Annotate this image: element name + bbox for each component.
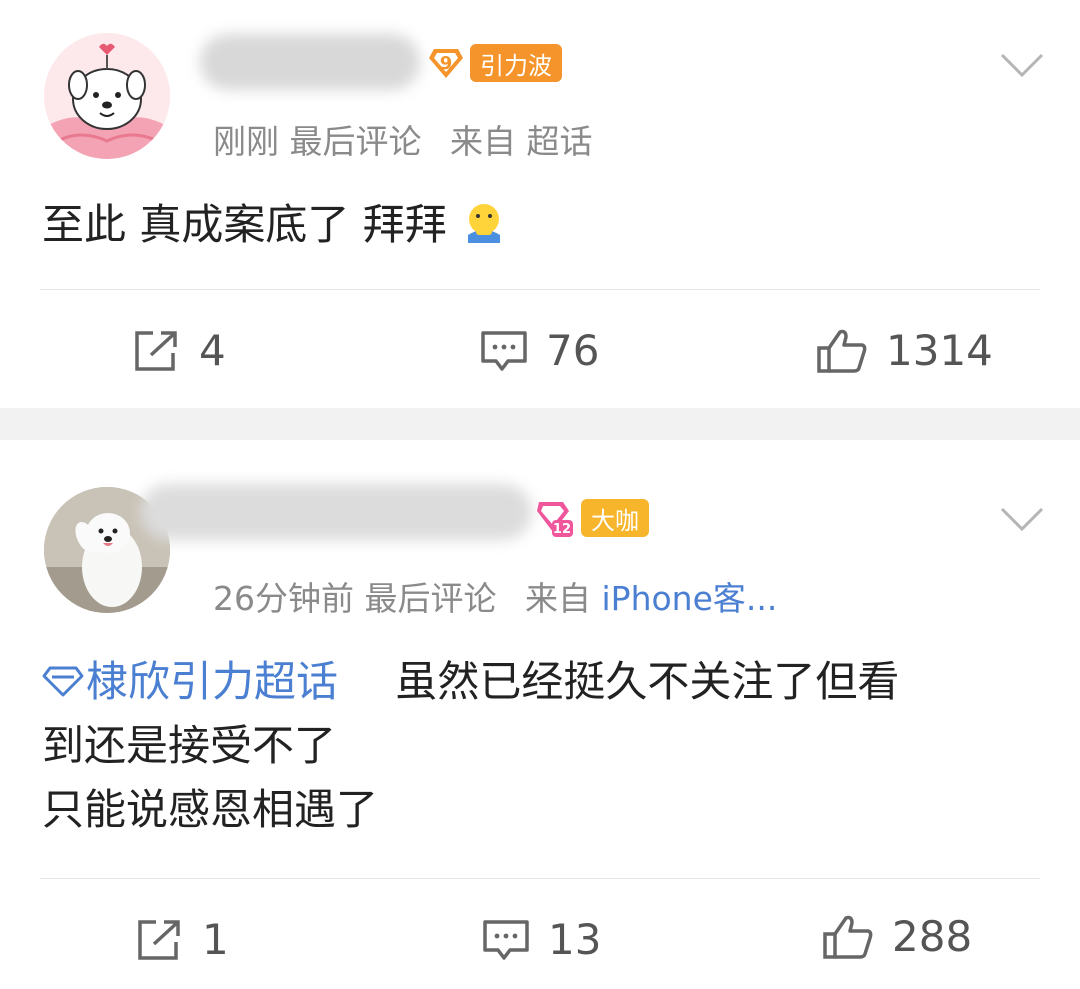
level-badge: 9 <box>428 45 464 81</box>
source-link[interactable]: 超话 <box>527 122 593 161</box>
repost-count: 4 <box>199 326 226 375</box>
source-prefix: 来自 <box>525 579 591 618</box>
comment-icon <box>481 330 527 371</box>
divider-line <box>40 289 1040 290</box>
topic-label: 棣欣引力超话 <box>86 657 339 706</box>
thumbs-up-icon <box>823 915 873 959</box>
content-text: 虽然已经挺久不关注了但看 <box>395 657 900 706</box>
like-count: 1314 <box>886 326 993 375</box>
super-topic-diamond-icon <box>42 666 84 697</box>
repost-icon <box>135 330 177 371</box>
repost-button[interactable]: 1 <box>136 915 229 964</box>
thumbs-up-icon <box>817 329 867 373</box>
content-line: 只能说感恩相遇了 <box>42 785 379 834</box>
chevron-down-icon[interactable] <box>1000 52 1044 78</box>
content-line: 棣欣引力超话 虽然已经挺久不关注了但看 <box>42 650 899 714</box>
chevron-down-icon[interactable] <box>1000 506 1044 532</box>
badge-row: 9 引力波 <box>428 44 562 82</box>
post-content: 至此 真成案底了 拜拜 <box>42 193 504 257</box>
bye-emoji-icon <box>468 204 501 243</box>
topic-link[interactable]: 棣欣引力超话 <box>42 657 338 706</box>
avatar[interactable] <box>44 33 170 159</box>
like-button[interactable]: 288 <box>822 912 972 961</box>
last-comment-label: 最后评论 <box>289 122 422 161</box>
source-link[interactable]: iPhone客... <box>602 579 778 618</box>
vip-tag: 大咖 <box>581 499 649 537</box>
post-text: 至此 真成案底了 拜拜 <box>42 200 447 249</box>
source-prefix: 来自 <box>450 122 516 161</box>
repost-button[interactable]: 4 <box>133 326 226 375</box>
repost-count: 1 <box>202 915 229 964</box>
badge-row: 12 大咖 <box>535 498 649 538</box>
comment-icon <box>483 919 529 960</box>
post-card: 12 大咖 26分钟前 最后评论 来自 iPhone客... 棣欣引力超话 虽然… <box>0 440 1080 989</box>
content-line: 到还是接受不了 <box>42 721 337 770</box>
post-meta: 26分钟前 最后评论 来自 iPhone客... <box>213 572 777 620</box>
repost-icon <box>138 919 180 960</box>
level-number: 12 <box>552 522 571 537</box>
comment-button[interactable]: 76 <box>480 326 599 375</box>
level-number: 9 <box>439 52 453 74</box>
like-button[interactable]: 1314 <box>816 326 993 375</box>
comment-count: 13 <box>548 915 602 964</box>
divider-line <box>40 878 1040 879</box>
username-blurred[interactable] <box>140 484 532 540</box>
post-separator <box>0 408 1080 440</box>
post-meta: 刚刚 最后评论 来自 超话 <box>213 115 593 163</box>
fan-tag: 引力波 <box>470 44 562 82</box>
post-content: 棣欣引力超话 虽然已经挺久不关注了但看 到还是接受不了 只能说感恩相遇了 <box>42 650 899 842</box>
cartoon-dog-avatar <box>44 33 170 159</box>
level-badge: 12 <box>535 498 573 538</box>
last-comment-label: 最后评论 <box>364 579 497 618</box>
post-time: 26分钟前 <box>213 579 354 618</box>
post-time: 刚刚 <box>213 122 279 161</box>
comment-count: 76 <box>546 326 600 375</box>
like-count: 288 <box>892 912 973 961</box>
username-blurred[interactable] <box>200 34 420 90</box>
post-card: 9 引力波 刚刚 最后评论 来自 超话 至此 真成案底了 拜拜 4 76 131… <box>0 0 1080 408</box>
comment-button[interactable]: 13 <box>482 915 601 964</box>
